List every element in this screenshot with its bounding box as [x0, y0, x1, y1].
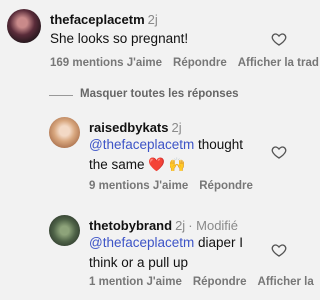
mention-link[interactable]: @thefaceplacetm [89, 137, 194, 152]
comment-text: She looks so pregnant! [50, 31, 189, 46]
reply-text: @thefaceplacetm diaper I think or a pull… [89, 233, 243, 273]
emoji-text: ❤️ 🙌 [148, 157, 186, 172]
avatar[interactable] [7, 9, 41, 43]
reply-header: raisedbykats 2j [89, 120, 182, 135]
reply-text-part: diaper I [194, 235, 244, 250]
likes-count[interactable]: 9 mentions J'aime [89, 180, 188, 192]
like-heart-icon[interactable] [271, 144, 287, 160]
like-heart-icon[interactable] [271, 31, 287, 47]
likes-count[interactable]: 1 mention J'aime [89, 276, 182, 288]
comment-username[interactable]: thefaceplacetm [50, 12, 145, 27]
comment-actions: 169 mentions J'aime Répondre Afficher la t… [50, 57, 320, 69]
reply-time: 2j [175, 218, 186, 233]
reply-actions: 1 mention J'aime Répondre Afficher la [89, 276, 320, 288]
comment-header: thefaceplacetm 2j [50, 12, 158, 27]
reply-text-part: thought [194, 137, 244, 152]
reply-actions: 9 mentions J'aime Répondre [89, 180, 264, 192]
divider-line [49, 95, 73, 96]
likes-count[interactable]: 169 mentions J'aime [50, 57, 162, 69]
mention-link[interactable]: @thefaceplacetm [89, 235, 194, 250]
reply-text-line2: the same [89, 157, 149, 172]
avatar[interactable] [49, 117, 80, 148]
translate-button[interactable]: Afficher la [258, 276, 314, 288]
hide-replies-button[interactable]: Masquer toutes les réponses [80, 88, 239, 100]
reply-text: @thefaceplacetm thought the same ❤️ 🙌 [89, 135, 243, 175]
reply-button[interactable]: Répondre [193, 276, 247, 288]
reply-text-line2: think or a pull up [89, 255, 189, 270]
avatar[interactable] [49, 215, 80, 246]
reply-time: 2j [171, 120, 182, 135]
like-heart-icon[interactable] [271, 242, 287, 258]
reply-username[interactable]: thetobybrand [89, 218, 172, 233]
modified-label: · Modifié [188, 218, 239, 233]
reply-button[interactable]: Répondre [199, 180, 253, 192]
reply-button[interactable]: Répondre [173, 57, 227, 69]
translate-button[interactable]: Afficher la trad [238, 57, 319, 69]
reply-username[interactable]: raisedbykats [89, 120, 169, 135]
reply-header: thetobybrand 2j · Modifié [89, 218, 238, 233]
comment-time: 2j [147, 12, 158, 27]
